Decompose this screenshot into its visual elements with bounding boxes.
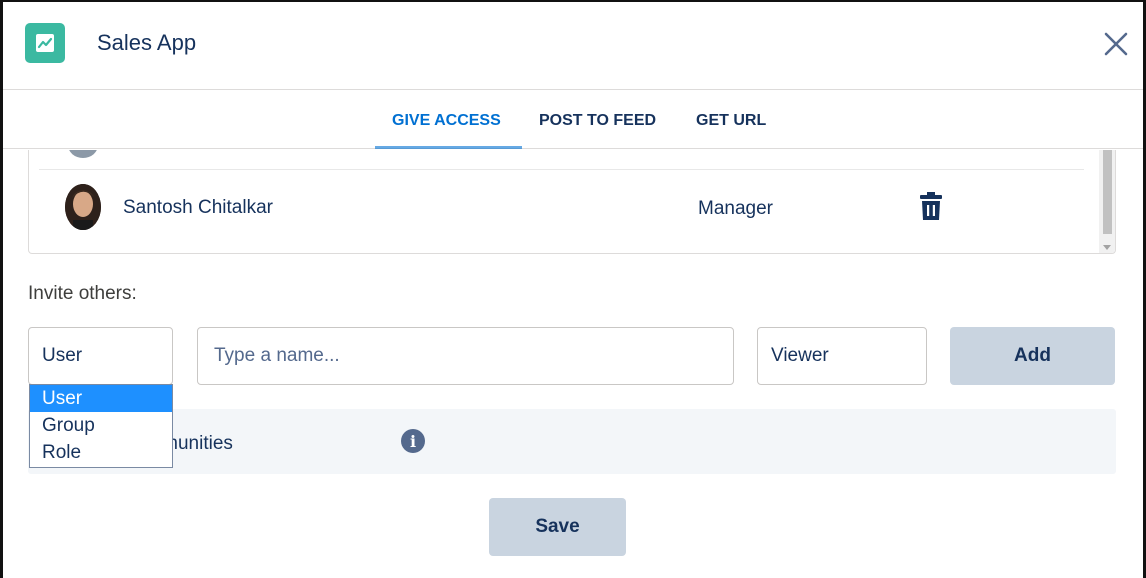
active-tab-indicator	[375, 146, 522, 149]
invite-label: Invite others:	[28, 283, 137, 304]
info-icon[interactable]: i	[401, 429, 425, 453]
member-role: Manager	[698, 198, 773, 219]
dropdown-option-group[interactable]: Group	[30, 412, 172, 439]
add-button[interactable]: Add	[950, 327, 1115, 385]
share-type-select[interactable]: User	[28, 327, 173, 385]
member-list: Santosh Chitalkar Manager	[28, 150, 1116, 254]
member-name: Santosh Chitalkar	[123, 197, 273, 218]
dropdown-option-role[interactable]: Role	[30, 439, 172, 466]
dropdown-option-user[interactable]: User	[30, 385, 172, 412]
save-button[interactable]: Save	[489, 498, 626, 556]
tab-get-url[interactable]: GET URL	[696, 112, 766, 130]
tab-bar: GIVE ACCESS POST TO FEED GET URL	[3, 90, 1143, 149]
access-level-select[interactable]: Viewer	[757, 327, 927, 385]
divider	[39, 169, 1084, 170]
communities-sharing-banner: ring with Communities i	[28, 409, 1116, 474]
trash-icon[interactable]	[917, 190, 945, 222]
name-search-input[interactable]	[197, 327, 734, 385]
close-icon[interactable]	[1099, 27, 1133, 61]
scrollbar[interactable]	[1099, 150, 1115, 253]
scroll-down-arrow[interactable]	[1103, 245, 1111, 250]
share-type-dropdown: User Group Role	[29, 384, 173, 468]
trend-chart-icon	[25, 23, 65, 63]
avatar	[65, 184, 101, 230]
app-title: Sales App	[97, 30, 197, 55]
modal-header: Sales App	[3, 2, 1143, 90]
avatar	[68, 150, 98, 158]
scrollbar-thumb[interactable]	[1103, 150, 1112, 234]
tab-give-access[interactable]: GIVE ACCESS	[392, 112, 501, 130]
tab-post-to-feed[interactable]: POST TO FEED	[539, 112, 656, 130]
